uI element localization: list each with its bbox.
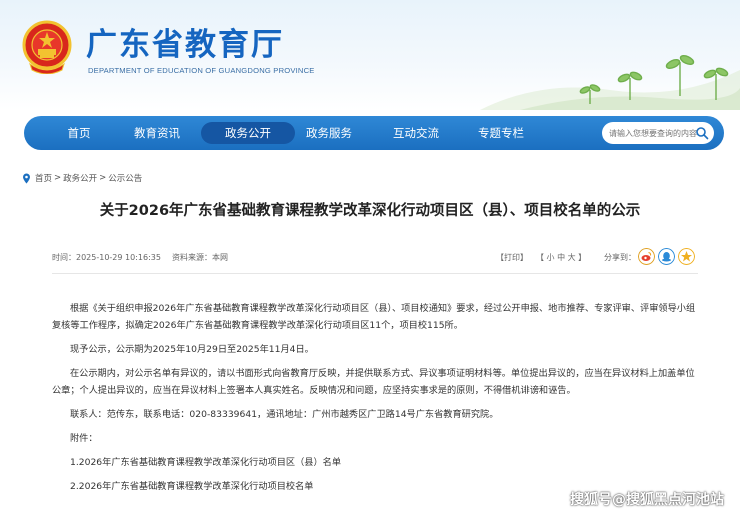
qzone-share-icon[interactable] xyxy=(678,248,695,265)
paragraph-period: 现予公示，公示期为2025年10月29日至2025年11月4日。 xyxy=(70,344,314,355)
sprout-decoration-icon xyxy=(480,54,740,110)
search-box xyxy=(602,122,714,144)
nav-item-news[interactable]: 教育资讯 xyxy=(120,122,194,144)
article-title: 关于2026年广东省基础教育课程教学改革深化行动项目区（县）、项目校名单的公示 xyxy=(99,203,641,219)
nav-item-gov-affairs[interactable]: 政务公开 xyxy=(201,122,295,144)
nav-item-topics[interactable]: 专题专栏 xyxy=(466,122,536,144)
search-icon[interactable] xyxy=(695,126,709,140)
nav-item-services[interactable]: 政务服务 xyxy=(294,122,364,144)
qq-share-icon[interactable] xyxy=(658,248,675,265)
print-button[interactable]: 【打印】 xyxy=(496,252,528,263)
site-header: 广东省教育厅 DEPARTMENT OF EDUCATION OF GUANGD… xyxy=(0,0,740,110)
article-meta: 时间：2025-10-29 10:16:35 资料来源：本网 【打印】 【 小 … xyxy=(52,248,698,266)
paragraph-objection: 在公示期内，对公示名单有异议的，请以书面形式向省教育厅反映，并提供联系方式、异议… xyxy=(52,368,695,396)
breadcrumb: 首页 > 政务公开 > 公示公告 xyxy=(22,172,144,184)
weibo-share-icon[interactable] xyxy=(638,248,655,265)
publish-time: 时间：2025-10-29 10:16:35 xyxy=(52,253,161,262)
nav-item-home[interactable]: 首页 xyxy=(44,122,114,144)
breadcrumb-home[interactable]: 首页 xyxy=(35,172,52,184)
breadcrumb-separator: > xyxy=(99,173,107,183)
breadcrumb-gov-affairs[interactable]: 政务公开 xyxy=(63,172,97,184)
font-size-switch[interactable]: 【 小 中 大 】 xyxy=(536,252,586,263)
share-label: 分享到： xyxy=(604,253,636,262)
breadcrumb-announcements[interactable]: 公示公告 xyxy=(108,172,142,184)
article-source: 资料来源：本网 xyxy=(172,253,228,262)
main-nav: 首页 教育资讯 政务公开 政务服务 互动交流 专题专栏 xyxy=(24,116,724,150)
search-input[interactable] xyxy=(609,122,697,144)
paragraph-basis: 根据《关于组织申报2026年广东省基础教育课程教学改革深化行动项目区（县）、项目… xyxy=(52,303,696,331)
site-title[interactable]: 广东省教育厅 xyxy=(86,19,284,64)
paragraph-contact: 联系人：范传东，联系电话：020-83339641，通讯地址：广州市越秀区广卫路… xyxy=(70,409,499,420)
attachment-link-1[interactable]: 1.2026年广东省基础教育课程教学改革深化行动项目区（县）名单 xyxy=(52,454,702,471)
breadcrumb-separator: > xyxy=(54,173,62,183)
article-body: 根据《关于组织申报2026年广东省基础教育课程教学改革深化行动项目区（县）、项目… xyxy=(52,300,702,502)
location-pin-icon xyxy=(23,173,30,183)
meta-divider xyxy=(52,273,698,274)
nav-item-interaction[interactable]: 互动交流 xyxy=(381,122,451,144)
attachments-label: 附件： xyxy=(70,433,98,444)
site-subtitle: DEPARTMENT OF EDUCATION OF GUANGDONG PRO… xyxy=(88,66,315,75)
national-emblem-icon xyxy=(22,20,72,74)
watermark: 搜狐号@搜狐黑点河池站 xyxy=(570,492,724,508)
